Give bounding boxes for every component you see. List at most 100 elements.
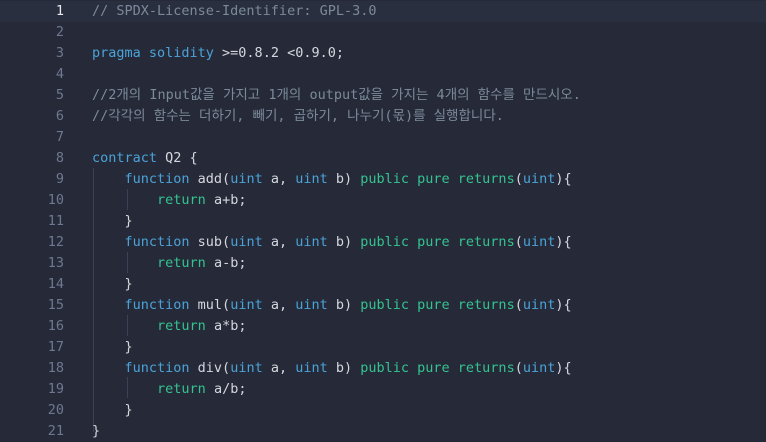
- code-text: return a/b;: [92, 379, 246, 400]
- code-token: mul(: [189, 297, 231, 313]
- code-token: }: [92, 213, 133, 229]
- code-token: uint: [522, 171, 556, 187]
- line-number: 13: [47, 255, 64, 271]
- code-token: function: [124, 171, 190, 187]
- code-token: }: [92, 276, 133, 292]
- line-number: 10: [47, 192, 64, 208]
- code-token: }: [92, 423, 101, 439]
- code-line[interactable]: 10 return a+b;: [0, 190, 766, 211]
- code-token: ){: [555, 171, 572, 187]
- code-token: (: [514, 360, 523, 376]
- code-token: uint: [230, 360, 263, 376]
- code-token: uint: [230, 171, 263, 187]
- code-text: }: [92, 337, 133, 358]
- code-token: uint: [522, 234, 556, 250]
- line-number: 15: [47, 297, 64, 313]
- code-token: div(: [189, 360, 231, 376]
- code-token: a*b;: [205, 318, 247, 334]
- code-text: }: [92, 211, 133, 232]
- code-text: function sub(uint a, uint b) public pure…: [92, 232, 572, 253]
- code-token: return: [157, 192, 206, 208]
- code-line[interactable]: 4: [0, 64, 766, 85]
- code-token: add(: [189, 171, 231, 187]
- code-text: function add(uint a, uint b) public pure…: [92, 169, 572, 190]
- code-token: returns: [457, 234, 515, 250]
- line-number: 17: [47, 339, 64, 355]
- code-token: >=0.8.2 <0.9.0;: [213, 45, 344, 61]
- code-line[interactable]: 2: [0, 22, 766, 43]
- code-token: (: [514, 171, 523, 187]
- code-line[interactable]: 18 function div(uint a, uint b) public p…: [0, 358, 766, 379]
- code-token: }: [92, 339, 133, 355]
- line-number: 1: [55, 3, 64, 19]
- code-line[interactable]: 21}: [0, 421, 766, 442]
- code-token: uint: [295, 360, 328, 376]
- code-token: //2개의 Input값을 가지고 1개의 output값을 가지는 4개의 함…: [92, 87, 581, 103]
- code-token: function: [124, 360, 190, 376]
- code-line[interactable]: 15 function mul(uint a, uint b) public p…: [0, 295, 766, 316]
- code-line[interactable]: 3 pragma solidity >=0.8.2 <0.9.0;: [0, 43, 766, 64]
- code-text: function div(uint a, uint b) public pure…: [92, 358, 572, 379]
- code-text: }: [92, 274, 133, 295]
- line-number: 14: [47, 276, 64, 292]
- code-editor[interactable]: 1 // SPDX-License-Identifier: GPL-3.0 2 3 pr…: [0, 0, 766, 442]
- code-token: b): [327, 171, 361, 187]
- code-token: }: [92, 402, 133, 418]
- code-token: uint: [230, 297, 263, 313]
- code-token: ){: [555, 297, 572, 313]
- code-token: uint: [295, 171, 328, 187]
- code-line[interactable]: 17 }: [0, 337, 766, 358]
- line-number: 2: [55, 24, 64, 40]
- code-token: a+b;: [205, 192, 247, 208]
- code-text: }: [92, 400, 133, 421]
- code-text: return a-b;: [92, 253, 246, 274]
- code-text: function mul(uint a, uint b) public pure…: [92, 295, 572, 316]
- code-text: pragma solidity >=0.8.2 <0.9.0;: [92, 43, 344, 64]
- code-token: a,: [262, 171, 296, 187]
- code-token: pragma solidity: [92, 45, 214, 61]
- code-line[interactable]: 20 }: [0, 400, 766, 421]
- code-text: // SPDX-License-Identifier: GPL-3.0: [92, 1, 376, 22]
- code-token: uint: [295, 234, 328, 250]
- code-line[interactable]: 16 return a*b;: [0, 316, 766, 337]
- code-line[interactable]: 19 return a/b;: [0, 379, 766, 400]
- code-line[interactable]: 7: [0, 127, 766, 148]
- code-token: function: [124, 297, 190, 313]
- line-number: 6: [55, 108, 64, 124]
- code-token: b): [327, 234, 361, 250]
- code-text: return a*b;: [92, 316, 246, 337]
- line-number: 7: [55, 129, 64, 145]
- code-text: //각각의 함수는 더하기, 빼기, 곱하기, 나누기(몫)를 실행합니다.: [92, 106, 504, 127]
- code-token: returns: [457, 171, 515, 187]
- code-token: ){: [555, 360, 572, 376]
- code-line[interactable]: 8 contract Q2 {: [0, 148, 766, 169]
- code-line[interactable]: 14 }: [0, 274, 766, 295]
- code-token: a-b;: [205, 255, 247, 271]
- code-line[interactable]: 6 //각각의 함수는 더하기, 빼기, 곱하기, 나누기(몫)를 실행합니다.: [0, 106, 766, 127]
- code-token: a/b;: [205, 381, 247, 397]
- line-number: 18: [47, 360, 64, 376]
- code-token: (: [514, 234, 523, 250]
- code-token: function: [124, 234, 190, 250]
- code-line[interactable]: 13 return a-b;: [0, 253, 766, 274]
- code-token: Q2 {: [157, 150, 198, 166]
- code-line[interactable]: 1 // SPDX-License-Identifier: GPL-3.0: [0, 1, 766, 22]
- code-line[interactable]: 11 }: [0, 211, 766, 232]
- code-token: sub(: [189, 234, 231, 250]
- code-token: return: [157, 318, 206, 334]
- code-token: b): [327, 297, 361, 313]
- code-line[interactable]: 5 //2개의 Input값을 가지고 1개의 output값을 가지는 4개의 …: [0, 85, 766, 106]
- line-number: 3: [55, 45, 64, 61]
- code-token: return: [157, 381, 206, 397]
- line-number: 9: [55, 171, 64, 187]
- code-line[interactable]: 9 function add(uint a, uint b) public pu…: [0, 169, 766, 190]
- code-line[interactable]: 12 function sub(uint a, uint b) public p…: [0, 232, 766, 253]
